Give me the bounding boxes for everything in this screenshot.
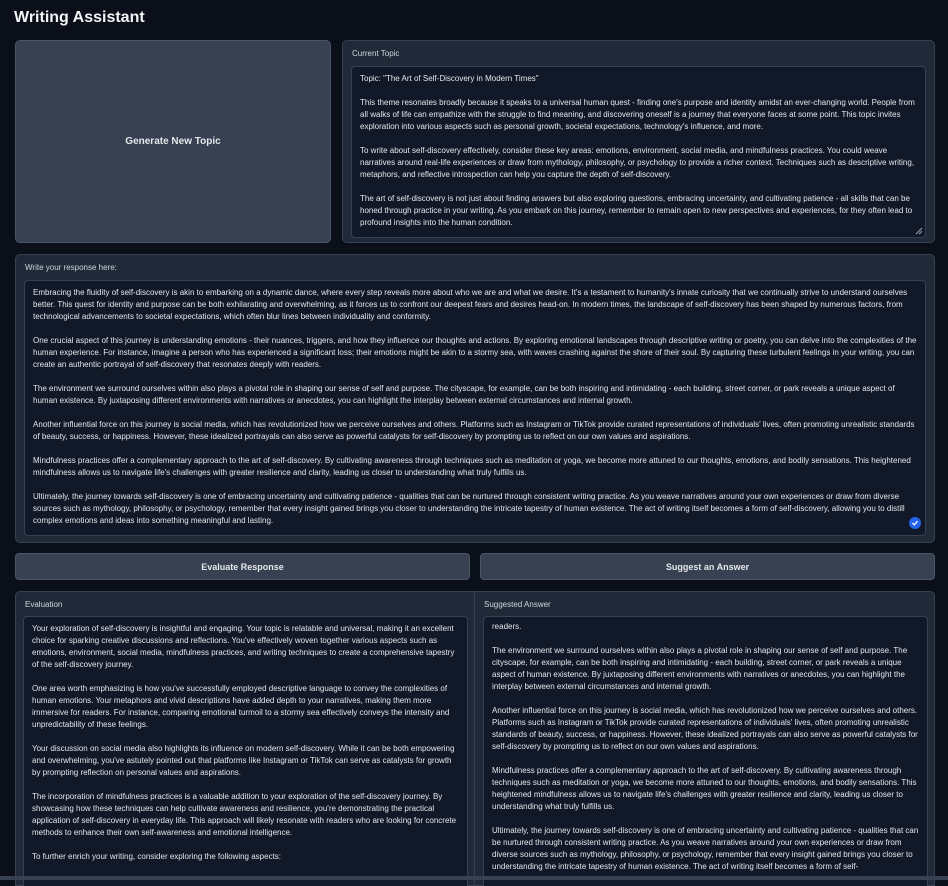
evaluate-response-button[interactable]: Evaluate Response — [15, 553, 470, 580]
topic-paragraph: The art of self-discovery is not just ab… — [360, 194, 913, 227]
topic-paragraph: This theme resonates broadly because it … — [360, 98, 915, 131]
evaluation-paragraph: To further enrich your writing, consider… — [32, 852, 282, 861]
response-paragraph: Another influential force on this journe… — [33, 420, 915, 441]
grammar-check-icon[interactable] — [909, 517, 921, 529]
topic-paragraph: To write about self-discovery effectivel… — [360, 146, 915, 179]
response-paragraph: One crucial aspect of this journey is un… — [33, 336, 917, 369]
suggested-answer-label: Suggested Answer — [484, 600, 551, 609]
evaluation-label: Evaluation — [25, 600, 63, 609]
response-label: Write your response here: — [25, 263, 117, 272]
suggest-answer-button[interactable]: Suggest an Answer — [480, 553, 935, 580]
suggested-top-fragment: readers. — [492, 622, 522, 631]
suggested-paragraph: The environment we surround ourselves wi… — [492, 646, 908, 691]
response-textarea[interactable]: Embracing the fluidity of self-discovery… — [24, 280, 926, 536]
evaluation-paragraph: Your discussion on social media also hig… — [32, 744, 455, 777]
current-topic-panel: Current Topic Topic: "The Art of Self-Di… — [342, 40, 935, 243]
evaluation-paragraph: Your exploration of self-discovery is in… — [32, 624, 455, 669]
response-paragraph: Ultimately, the journey towards self-dis… — [33, 492, 905, 525]
suggested-paragraph: Another influential force on this journe… — [492, 706, 918, 751]
evaluation-paragraph: The incorporation of mindfulness practic… — [32, 792, 457, 837]
app-title: Writing Assistant — [14, 9, 145, 26]
suggested-answer-textbox[interactable]: readers. The environment we surround our… — [483, 616, 928, 886]
response-paragraph: Embracing the fluidity of self-discovery… — [33, 288, 908, 321]
topic-paragraph: Topic: "The Art of Self-Discovery in Mod… — [360, 74, 539, 83]
generate-topic-button[interactable]: Generate New Topic — [15, 40, 331, 243]
current-topic-label: Current Topic — [352, 49, 400, 58]
response-panel: Write your response here: Embracing the … — [15, 254, 935, 543]
suggested-answer-panel: Suggested Answer readers. The environmen… — [474, 591, 935, 886]
current-topic-textbox[interactable]: Topic: "The Art of Self-Discovery in Mod… — [351, 66, 926, 238]
suggested-paragraph: Ultimately, the journey towards self-dis… — [492, 826, 919, 871]
evaluation-panel: Evaluation Your exploration of self-disc… — [15, 591, 475, 886]
response-paragraph: The environment we surround ourselves wi… — [33, 384, 895, 405]
resize-handle-icon[interactable] — [915, 227, 923, 235]
evaluation-textbox[interactable]: Your exploration of self-discovery is in… — [23, 616, 468, 886]
evaluation-paragraph: One area worth emphasizing is how you've… — [32, 684, 450, 729]
bottom-bar — [0, 876, 948, 880]
suggested-paragraph: Mindfulness practices offer a complement… — [492, 766, 917, 811]
response-paragraph: Mindfulness practices offer a complement… — [33, 456, 911, 477]
